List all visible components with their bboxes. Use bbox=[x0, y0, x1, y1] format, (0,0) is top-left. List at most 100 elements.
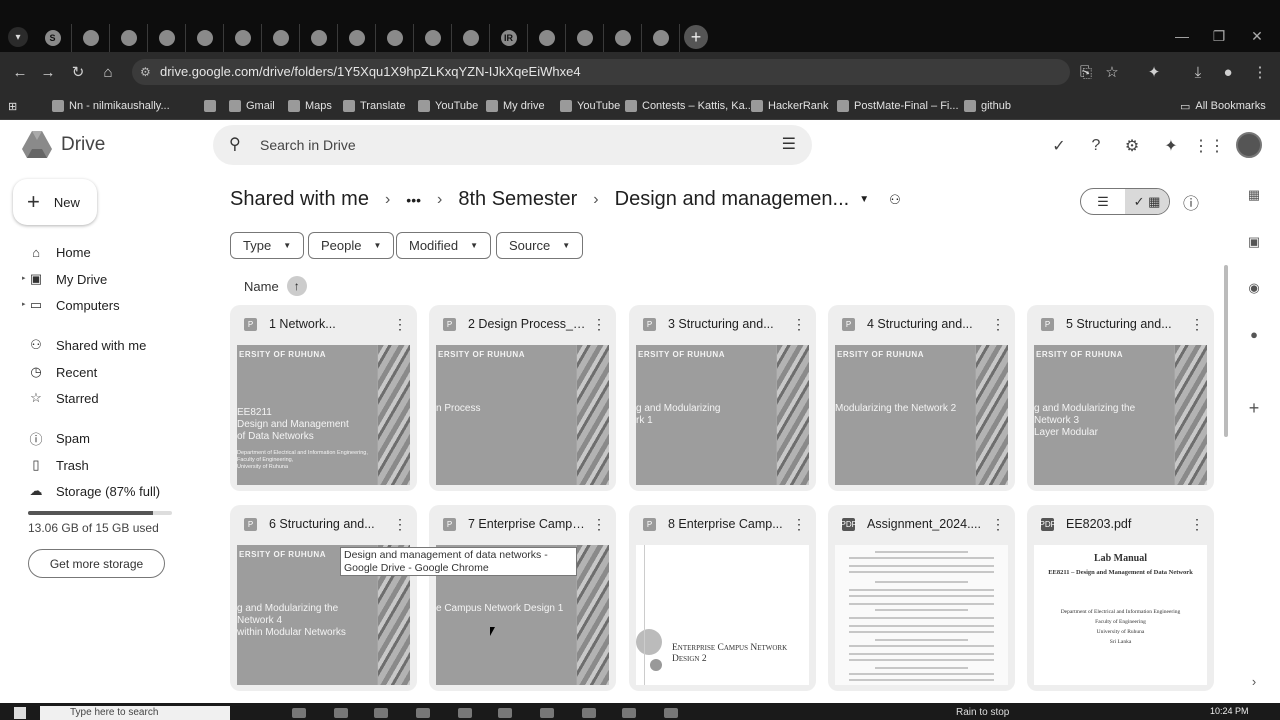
weather-text[interactable]: Rain to stop bbox=[956, 707, 1009, 718]
extensions-icon[interactable]: ✦ bbox=[1144, 62, 1164, 82]
more-actions-icon[interactable]: ⋮ bbox=[1190, 316, 1204, 333]
sidebar-item-trash[interactable]: ▯ Trash bbox=[28, 454, 88, 476]
home-icon[interactable]: ⌂ bbox=[98, 62, 118, 82]
file-card[interactable]: PDF Assignment_2024.... ⋮ bbox=[828, 505, 1015, 691]
bookmark-item[interactable]: Maps bbox=[288, 97, 332, 115]
bookmark-item[interactable]: YouTube bbox=[418, 97, 478, 115]
taskbar-app-icon[interactable] bbox=[458, 708, 472, 718]
file-card[interactable]: P 2 Design Process_1... ⋮ ERSITY OF RUHUNA n… bbox=[429, 305, 616, 491]
account-avatar[interactable] bbox=[1236, 132, 1262, 158]
sort-direction-arrow-icon[interactable]: ↑ bbox=[286, 276, 307, 296]
browser-tab[interactable] bbox=[604, 24, 642, 52]
settings-gear-icon[interactable]: ⚙ bbox=[1121, 135, 1143, 157]
google-apps-icon[interactable]: ⋮⋮ bbox=[1193, 135, 1225, 157]
keep-icon[interactable]: ▣ bbox=[1246, 234, 1262, 250]
reload-icon[interactable]: ↻ bbox=[68, 62, 88, 82]
more-actions-icon[interactable]: ⋮ bbox=[393, 316, 407, 333]
restore-button[interactable]: ❐ bbox=[1207, 26, 1231, 46]
browser-tab[interactable] bbox=[338, 24, 376, 52]
chrome-taskbar-icon[interactable] bbox=[582, 708, 596, 718]
drive-logo[interactable]: Drive bbox=[22, 131, 105, 158]
sort-name-label[interactable]: Name bbox=[244, 279, 279, 294]
file-card[interactable]: P 1 Network... ⋮ ERSITY OF RUHUNA EE8211 Des… bbox=[230, 305, 417, 491]
file-thumbnail[interactable]: ERSITY OF RUHUNA g and Modularizing the N… bbox=[1034, 345, 1207, 485]
bookmark-item[interactable]: PostMate-Final – Fi... bbox=[837, 97, 959, 115]
browser-tab[interactable] bbox=[566, 24, 604, 52]
contacts-icon[interactable]: ● bbox=[1246, 326, 1262, 342]
file-card[interactable]: P 4 Structuring and... ⋮ ERSITY OF RUHUNA Mo… bbox=[828, 305, 1015, 491]
offline-ready-icon[interactable]: ✓ bbox=[1048, 135, 1070, 157]
caret-down-icon[interactable]: ▼ bbox=[859, 194, 869, 205]
sidebar-item-spam[interactable]: ⓘ Spam bbox=[28, 427, 89, 449]
bookmark-item[interactable]: YouTube bbox=[560, 97, 620, 115]
file-explorer-icon[interactable] bbox=[416, 708, 430, 718]
taskbar-app-icon[interactable] bbox=[498, 708, 512, 718]
browser-tab[interactable] bbox=[642, 24, 680, 52]
bookmark-item[interactable]: My drive bbox=[486, 97, 545, 115]
calendar-icon[interactable]: ▦ bbox=[1246, 187, 1262, 203]
bookmark-item[interactable]: Nn - nilmikaushally... bbox=[52, 97, 170, 115]
help-icon[interactable]: ? bbox=[1085, 135, 1107, 157]
file-card[interactable]: PDF EE8203.pdf ⋮ Lab Manual EE8211 – Design … bbox=[1027, 505, 1214, 691]
more-actions-icon[interactable]: ⋮ bbox=[393, 516, 407, 533]
profile-icon[interactable]: ● bbox=[1218, 62, 1238, 82]
more-actions-icon[interactable]: ⋮ bbox=[991, 316, 1005, 333]
sidebar-item-starred[interactable]: ☆ Starred bbox=[28, 387, 98, 409]
search-input[interactable]: Search in Drive bbox=[260, 137, 356, 153]
file-card[interactable]: P 8 Enterprise Camp... ⋮ Enterprise Campus … bbox=[629, 505, 816, 691]
file-thumbnail[interactable]: Enterprise Campus Network Design 2 bbox=[636, 545, 809, 685]
browser-tab[interactable] bbox=[376, 24, 414, 52]
filter-chip-modified[interactable]: Modified ▼ bbox=[396, 232, 492, 259]
sidebar-item-storage-full[interactable]: ☁ Storage (87% full) bbox=[28, 480, 161, 502]
list-view-icon[interactable]: ☰ bbox=[1081, 189, 1125, 214]
browser-tab[interactable] bbox=[300, 24, 338, 52]
more-actions-icon[interactable]: ⋮ bbox=[792, 316, 806, 333]
more-actions-icon[interactable]: ⋮ bbox=[991, 516, 1005, 533]
close-window-button[interactable]: ✕ bbox=[1245, 26, 1269, 46]
back-arrow-icon[interactable]: ← bbox=[10, 62, 30, 82]
calculator-icon[interactable] bbox=[540, 708, 554, 718]
browser-tab[interactable] bbox=[72, 24, 110, 52]
forward-arrow-icon[interactable]: → bbox=[38, 62, 58, 82]
breadcrumb-8th-semester[interactable]: 8th Semester bbox=[458, 188, 577, 211]
download-icon[interactable]: ⤓ bbox=[1188, 62, 1208, 82]
gemini-sparkle-icon[interactable]: ✦ bbox=[1160, 135, 1182, 157]
file-thumbnail[interactable] bbox=[835, 545, 1008, 685]
taskbar-search[interactable]: Type here to search bbox=[40, 706, 230, 720]
sidebar-item-recent[interactable]: ◷ Recent bbox=[28, 361, 97, 383]
search-bar[interactable]: ⚲ Search in Drive ☰ bbox=[213, 125, 812, 165]
file-thumbnail[interactable]: ERSITY OF RUHUNA Modularizing the Network… bbox=[835, 345, 1008, 485]
new-button[interactable]: + New bbox=[13, 179, 97, 225]
browser-tab[interactable] bbox=[414, 24, 452, 52]
browser-tab[interactable] bbox=[110, 24, 148, 52]
all-bookmarks[interactable]: ▭ All Bookmarks bbox=[1180, 97, 1266, 115]
filter-chip-type[interactable]: Type ▼ bbox=[230, 232, 305, 259]
breadcrumb-current-folder[interactable]: Design and managemen... bbox=[615, 188, 850, 211]
taskbar-app-icon[interactable] bbox=[374, 708, 388, 718]
browser-tab[interactable]: S bbox=[34, 24, 72, 52]
browser-tab[interactable]: IR bbox=[490, 24, 528, 52]
filter-chip-people[interactable]: People ▼ bbox=[308, 232, 395, 259]
browser-menu-icon[interactable]: ⋮ bbox=[1250, 62, 1270, 82]
windows-start-icon[interactable] bbox=[14, 707, 26, 719]
minimize-button[interactable]: — bbox=[1170, 26, 1194, 46]
details-info-icon[interactable]: ⓘ bbox=[1180, 191, 1202, 213]
add-addon-icon[interactable]: + bbox=[1246, 398, 1262, 418]
scrollbar[interactable] bbox=[1224, 265, 1228, 437]
bookmark-item[interactable]: Contests – Kattis, Ka... bbox=[625, 97, 754, 115]
shared-people-icon[interactable]: ⚇ bbox=[889, 192, 901, 208]
browser-tab[interactable] bbox=[148, 24, 186, 52]
browser-tab[interactable] bbox=[528, 24, 566, 52]
task-view-icon[interactable] bbox=[292, 708, 306, 718]
expand-arrow-icon[interactable]: ▸ bbox=[22, 300, 26, 308]
apps-grid-icon[interactable]: ⊞ bbox=[8, 97, 17, 115]
more-actions-icon[interactable]: ⋮ bbox=[1190, 516, 1204, 533]
browser-tab[interactable] bbox=[186, 24, 224, 52]
sidebar-item-computers[interactable]: ▭ Computers bbox=[28, 294, 120, 316]
clock[interactable]: 10:24 PM bbox=[1210, 706, 1249, 716]
new-tab-button[interactable]: + bbox=[684, 25, 708, 49]
expand-arrow-icon[interactable]: ▸ bbox=[22, 274, 26, 282]
breadcrumb-shared-with-me[interactable]: Shared with me bbox=[230, 188, 369, 211]
bookmark-item[interactable]: Gmail bbox=[229, 97, 275, 115]
vscode-icon[interactable] bbox=[622, 708, 636, 718]
